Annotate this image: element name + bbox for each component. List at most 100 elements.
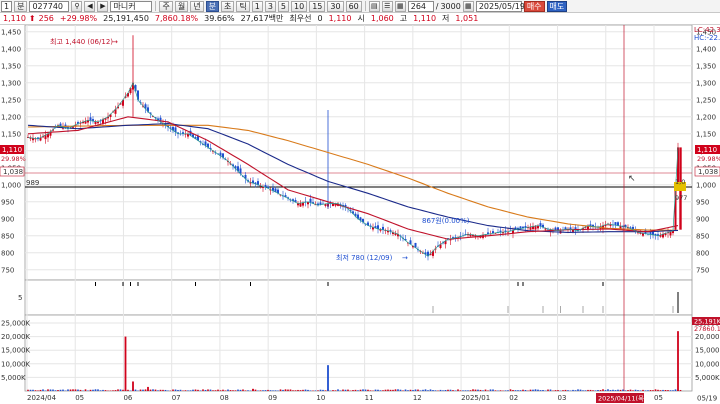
minute-preset-1[interactable]: 1 [251, 0, 263, 12]
volume-bar [97, 389, 99, 391]
minute-preset-3[interactable]: 3 [264, 0, 276, 12]
price-tick-label-right: 1,000 [696, 181, 716, 189]
volume-bar [659, 390, 662, 391]
calendar-icon[interactable]: ▦ [462, 0, 474, 12]
timeframe-month-button[interactable]: 월 [174, 0, 189, 12]
period-unit-dropdown[interactable]: 분 [14, 0, 28, 12]
volume-bar [504, 390, 507, 391]
volume-bar [374, 389, 377, 391]
volume-bar [42, 389, 44, 391]
grid-icon[interactable]: ▦ [394, 0, 406, 12]
list-icon[interactable]: ☰ [381, 0, 393, 12]
timeframe-tick-button[interactable]: 틱 [236, 0, 250, 12]
date-field[interactable]: 2025/05/19 [475, 0, 525, 12]
timeframe-week-button[interactable]: 주 [159, 0, 173, 12]
volume-bar [214, 390, 217, 391]
volume-bar [634, 389, 637, 391]
volume-bar [539, 390, 542, 391]
volume-bar [39, 389, 42, 391]
time-tick-label: 11 [365, 394, 374, 402]
timeframe-minute-button[interactable]: 분 [205, 0, 219, 12]
volume-bar [244, 390, 247, 391]
time-tick-label: 2025/01 [461, 394, 490, 402]
minute-preset-60[interactable]: 60 [345, 0, 362, 12]
volume-bar [144, 389, 147, 391]
volume-bar [574, 390, 577, 391]
volume-bar [482, 390, 484, 391]
timeframe-second-button[interactable]: 초 [220, 0, 235, 12]
indicator-tick-label: 5 [18, 294, 22, 302]
up-arrow-icon: ⬆ [28, 14, 36, 23]
chevron-left-icon[interactable]: ◀ [84, 0, 96, 12]
buy-button[interactable]: 매수 [523, 0, 545, 12]
volume-bar [439, 389, 442, 391]
ref-price-tag-text: 1,038 [3, 168, 23, 176]
volume-bar [257, 390, 259, 391]
volume-bar [357, 390, 359, 391]
stock-chart[interactable]: 1,450 1,4501,400 1,4001,350 1,3501,300 1,300… [0, 25, 720, 404]
period-value-field[interactable]: 1 [1, 0, 13, 12]
volume-bar [607, 389, 609, 391]
volume-bar [469, 390, 472, 391]
minute-preset-10[interactable]: 10 [291, 0, 308, 12]
volume-bar [392, 389, 394, 391]
chevron-right-icon[interactable]: ▶ [97, 0, 109, 12]
volume-bar [32, 389, 34, 391]
current-price: 1,110 [3, 14, 26, 23]
volume-bar [362, 389, 364, 391]
search-icon[interactable]: ⚲ [71, 0, 83, 12]
volume-bar [367, 389, 369, 391]
time-tick-label: 09 [268, 394, 277, 402]
price-tick-label: 950 [1, 198, 14, 206]
volume-bar-spike [147, 386, 149, 391]
volume-bar [484, 389, 487, 391]
volume-bar [407, 390, 409, 391]
minute-preset-5[interactable]: 5 [277, 0, 289, 12]
price-tick-label-right: 950 [696, 198, 709, 206]
volume-bar [602, 389, 604, 391]
stock-name-field[interactable]: 마니커 [110, 0, 153, 12]
minute-preset-15[interactable]: 15 [309, 0, 326, 12]
volume-bar [662, 389, 664, 391]
count-field[interactable]: 264 [407, 0, 434, 12]
timeframe-year-button[interactable]: 년 [190, 0, 204, 12]
volume-bar [269, 390, 272, 391]
volume-bar [494, 390, 497, 391]
volume-bar [344, 389, 347, 391]
volume-bar [342, 389, 344, 391]
volume-bar [94, 389, 97, 391]
chart-type-icon[interactable]: ▤ [368, 0, 380, 12]
volume-tick-label-right: 5,000K [695, 374, 720, 382]
count-separator: / [435, 1, 439, 11]
indicator-panel [24, 279, 693, 316]
price-tick-label-right: 1,200 [696, 113, 716, 121]
sell-button[interactable]: 매도 [546, 0, 568, 12]
price-tick-label-right: 1,150 [696, 130, 716, 138]
volume-bar [62, 389, 64, 391]
lc-label: LC:42.31 [694, 26, 720, 34]
volume-bar [134, 389, 137, 391]
volume-bar [454, 390, 457, 391]
volume-bar [92, 389, 94, 391]
volume-bar [674, 389, 677, 391]
volume-bar [314, 390, 317, 391]
price-tick-label-right: 1,300 [696, 79, 716, 87]
volume-bar [149, 389, 152, 391]
volume-bar [534, 389, 537, 391]
volume-bar [477, 389, 479, 391]
price-tick-label-right: 850 [696, 232, 709, 240]
volume-bar [587, 389, 589, 391]
minute-preset-30[interactable]: 30 [327, 0, 344, 12]
volume-bar [229, 390, 232, 391]
volume-bar [234, 390, 237, 391]
price-tick-label: 1,300 [1, 79, 21, 87]
stock-code-field[interactable]: 027740 [29, 0, 70, 12]
volume-bar [422, 389, 424, 391]
volume-bar [589, 389, 592, 391]
volume-bar [397, 389, 399, 391]
volume-bar [47, 389, 49, 391]
low-price: 1,051 [455, 14, 479, 23]
volume-bar [474, 389, 477, 391]
volume-bar [434, 390, 437, 391]
volume-bar [57, 390, 59, 391]
